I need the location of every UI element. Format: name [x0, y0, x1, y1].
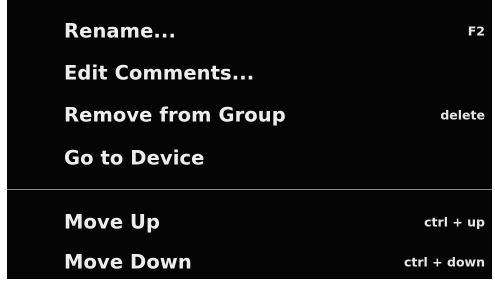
menu-item-edit-comments[interactable]: Edit Comments...: [7, 53, 492, 93]
menu-item-label: Move Up: [64, 210, 161, 234]
menu-item-shortcut: delete: [440, 107, 485, 123]
menu-item-shortcut: ctrl + up: [424, 214, 485, 230]
menu-item-move-down[interactable]: Move Down ctrl + down: [7, 242, 492, 282]
menu-item-label: Remove from Group: [64, 103, 286, 127]
menu-item-remove-from-group[interactable]: Remove from Group delete: [7, 95, 492, 135]
menu-item-label: Rename...: [64, 19, 176, 43]
menu-item-shortcut: F2: [467, 23, 485, 39]
menu-item-move-up[interactable]: Move Up ctrl + up: [7, 202, 492, 242]
menu-item-label: Edit Comments...: [64, 61, 255, 85]
menu-item-rename[interactable]: Rename... F2: [7, 11, 492, 51]
context-menu: Rename... F2 Edit Comments... Remove fro…: [7, 0, 492, 279]
menu-item-label: Move Down: [64, 250, 192, 274]
menu-item-shortcut: ctrl + down: [404, 254, 485, 270]
menu-item-label: Go to Device: [64, 146, 205, 170]
menu-separator: [7, 189, 492, 190]
menu-item-go-to-device[interactable]: Go to Device: [7, 138, 492, 178]
